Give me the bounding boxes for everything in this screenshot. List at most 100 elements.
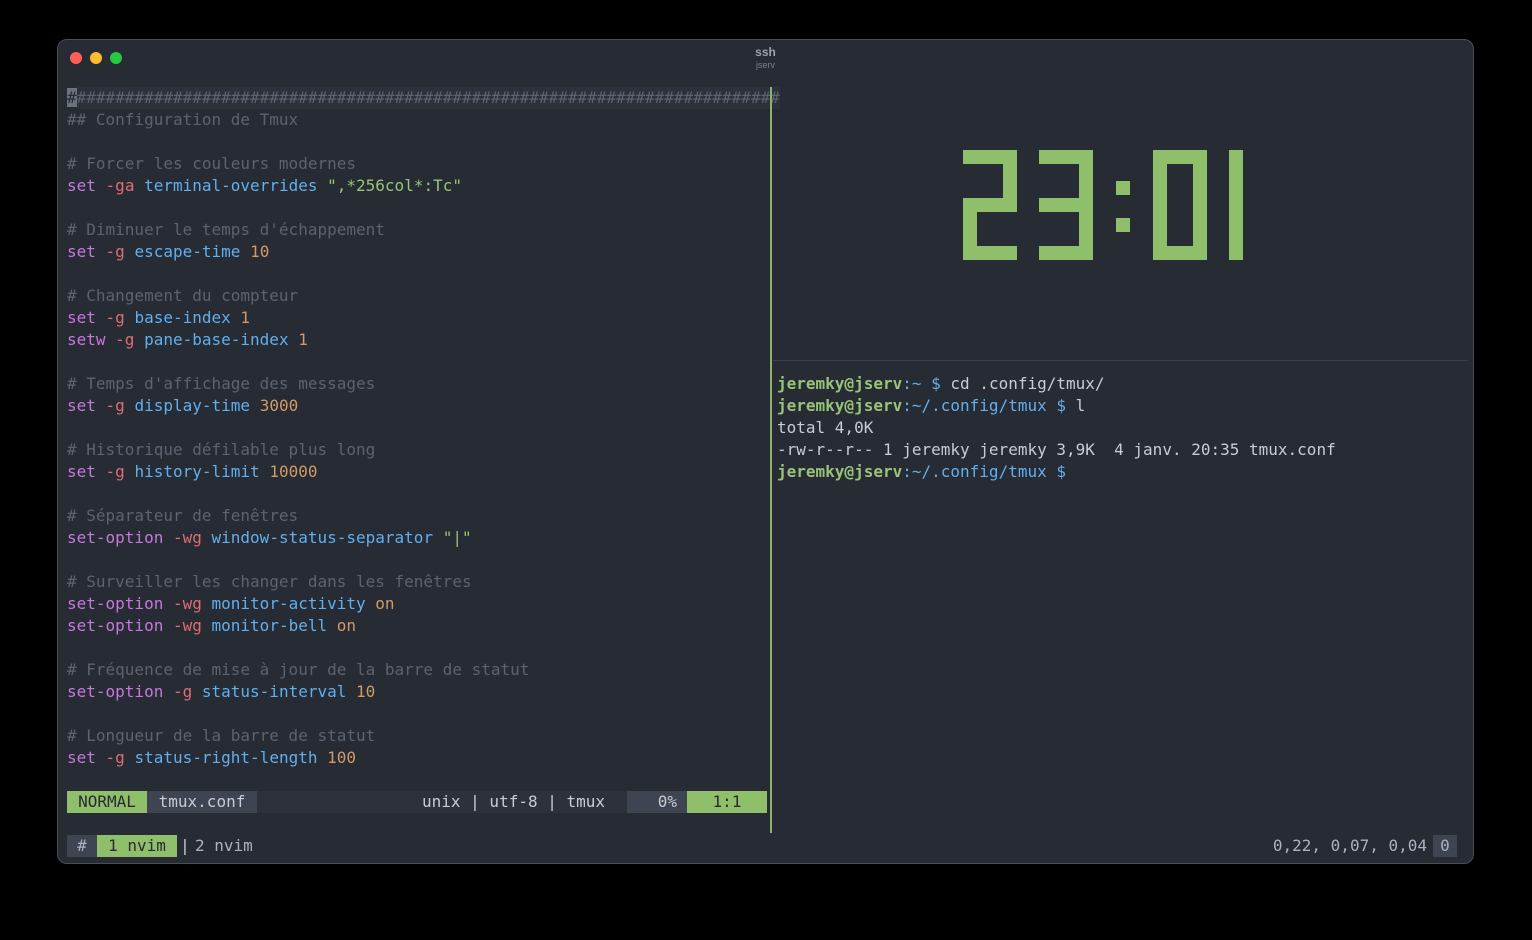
code-line-token: 100 bbox=[327, 748, 357, 767]
clock-colon-dot bbox=[1116, 218, 1130, 233]
terminal-window[interactable]: ssh jserv ##############################… bbox=[57, 39, 1474, 864]
code-line: set -ga terminal-overrides ",*256col*:Tc… bbox=[67, 175, 780, 197]
code-line-token: # Forcer les couleurs modernes bbox=[67, 154, 356, 173]
code-line-token: set-option bbox=[67, 528, 164, 547]
code-line-token bbox=[202, 616, 212, 635]
code-line-token bbox=[260, 462, 270, 481]
clock-digit-segment bbox=[1153, 150, 1167, 205]
code-line-token: set bbox=[67, 396, 96, 415]
shell-line-token: -rw-r--r-- 1 jeremky jeremky 3,9K 4 janv… bbox=[777, 440, 1336, 459]
code-line: ## Configuration de Tmux bbox=[67, 109, 780, 131]
code-line: # Historique défilable plus long bbox=[67, 439, 780, 461]
code-line-token: escape-time bbox=[134, 242, 241, 261]
code-line-token bbox=[125, 462, 135, 481]
code-line-token bbox=[163, 528, 173, 547]
code-line-token bbox=[96, 176, 106, 195]
code-line-token bbox=[289, 330, 299, 349]
code-line-token: ",*256col*:Tc" bbox=[327, 176, 462, 195]
code-line-token: 10 bbox=[250, 242, 270, 261]
tmux-window-tab-active[interactable]: 1 nvim bbox=[97, 835, 177, 857]
tmux-window-tab[interactable]: 2 nvim bbox=[195, 835, 253, 857]
code-line-token: on bbox=[336, 616, 357, 635]
code-line-token: # Longueur de la barre de statut bbox=[67, 726, 376, 745]
vim-file-meta: unix | utf-8 | tmux bbox=[422, 792, 606, 811]
editor-pane[interactable]: ########################################… bbox=[67, 87, 780, 769]
code-line-token: base-index bbox=[134, 308, 231, 327]
clock-digit-segment bbox=[1003, 150, 1017, 205]
code-line: set -g base-index 1 bbox=[67, 307, 780, 329]
code-line: # Fréquence de mise à jour de la barre d… bbox=[67, 659, 780, 681]
clock-digit-segment bbox=[1229, 205, 1243, 260]
code-line-token bbox=[192, 682, 202, 701]
code-line-token bbox=[96, 308, 106, 327]
code-line: # Temps d'affichage des messages bbox=[67, 373, 780, 395]
code-line-token bbox=[125, 308, 135, 327]
code-line-token bbox=[346, 682, 356, 701]
shell-line-token: jeremky@jserv bbox=[777, 462, 903, 481]
code-line-token: # Historique défilable plus long bbox=[67, 440, 376, 459]
code-line-token: # Temps d'affichage des messages bbox=[67, 374, 376, 393]
code-line-token: on bbox=[375, 594, 395, 613]
code-line: set -g history-limit 10000 bbox=[67, 461, 780, 483]
code-line-token: 10000 bbox=[269, 462, 318, 481]
shell-line-token: $ bbox=[1056, 396, 1076, 415]
shell-line-token: jeremky@jserv bbox=[777, 374, 903, 393]
code-line-token bbox=[96, 748, 106, 767]
code-line-token bbox=[240, 242, 250, 261]
code-line-token: -g bbox=[172, 682, 193, 701]
tmux-session-marker: # bbox=[67, 835, 97, 857]
code-line: setw -g pane-base-index 1 bbox=[67, 329, 780, 351]
code-line: set -g escape-time 10 bbox=[67, 241, 780, 263]
vim-filename: tmux.conf bbox=[147, 791, 257, 813]
code-line-token: -ga bbox=[105, 176, 135, 195]
code-line-token bbox=[96, 462, 106, 481]
code-line-token: ## Configuration de Tmux bbox=[67, 110, 299, 129]
code-line-token bbox=[317, 748, 327, 767]
clock-digit-segment bbox=[1153, 205, 1167, 260]
clock-colon-dot bbox=[1116, 180, 1130, 195]
code-line-token bbox=[250, 396, 260, 415]
shell-line-token: :~/.config/tmux bbox=[902, 396, 1057, 415]
code-line-token: set-option bbox=[67, 682, 164, 701]
title-bar[interactable]: ssh jserv bbox=[58, 40, 1473, 80]
shell-pane[interactable]: jeremky@jserv:~ $ cd .config/tmux/jeremk… bbox=[777, 373, 1336, 483]
code-line-token: -g bbox=[105, 242, 125, 261]
code-line-token bbox=[327, 616, 337, 635]
code-line-token: set-option bbox=[67, 594, 164, 613]
code-line: set-option -wg window-status-separator "… bbox=[67, 527, 780, 549]
code-line-token bbox=[96, 396, 106, 415]
code-line-token: terminal-overrides bbox=[144, 176, 318, 195]
pane-divider-vertical[interactable] bbox=[770, 87, 772, 833]
code-line-token: status-interval bbox=[201, 682, 347, 701]
shell-line-token: cd .config/tmux/ bbox=[950, 374, 1105, 393]
code-line-token: monitor-bell bbox=[211, 616, 328, 635]
shell-line-token: jeremky@jserv bbox=[777, 396, 903, 415]
code-line-token: # bbox=[67, 88, 77, 107]
code-line-token: 1 bbox=[298, 330, 308, 349]
code-line-token bbox=[163, 682, 173, 701]
code-line-token: monitor-activity bbox=[211, 594, 366, 613]
shell-line-token: $ bbox=[931, 374, 951, 393]
code-line-token bbox=[366, 594, 376, 613]
code-line-token: set-option bbox=[67, 616, 164, 635]
code-line-token bbox=[163, 594, 173, 613]
vim-percent: 0% bbox=[627, 791, 687, 813]
code-line: set-option -wg monitor-bell on bbox=[67, 615, 780, 637]
code-line: set-option -wg monitor-activity on bbox=[67, 593, 780, 615]
code-line-token: -g bbox=[105, 396, 125, 415]
code-line-token: ########################################… bbox=[76, 87, 780, 109]
pane-divider-horizontal[interactable] bbox=[773, 360, 1468, 361]
shell-line-token: :~ bbox=[902, 374, 932, 393]
code-line-token: 10 bbox=[356, 682, 376, 701]
code-line-token bbox=[125, 242, 135, 261]
code-line-token: # Fréquence de mise à jour de la barre d… bbox=[67, 660, 530, 679]
tmux-load-average: 0,22, 0,07, 0,04 bbox=[1272, 836, 1427, 855]
